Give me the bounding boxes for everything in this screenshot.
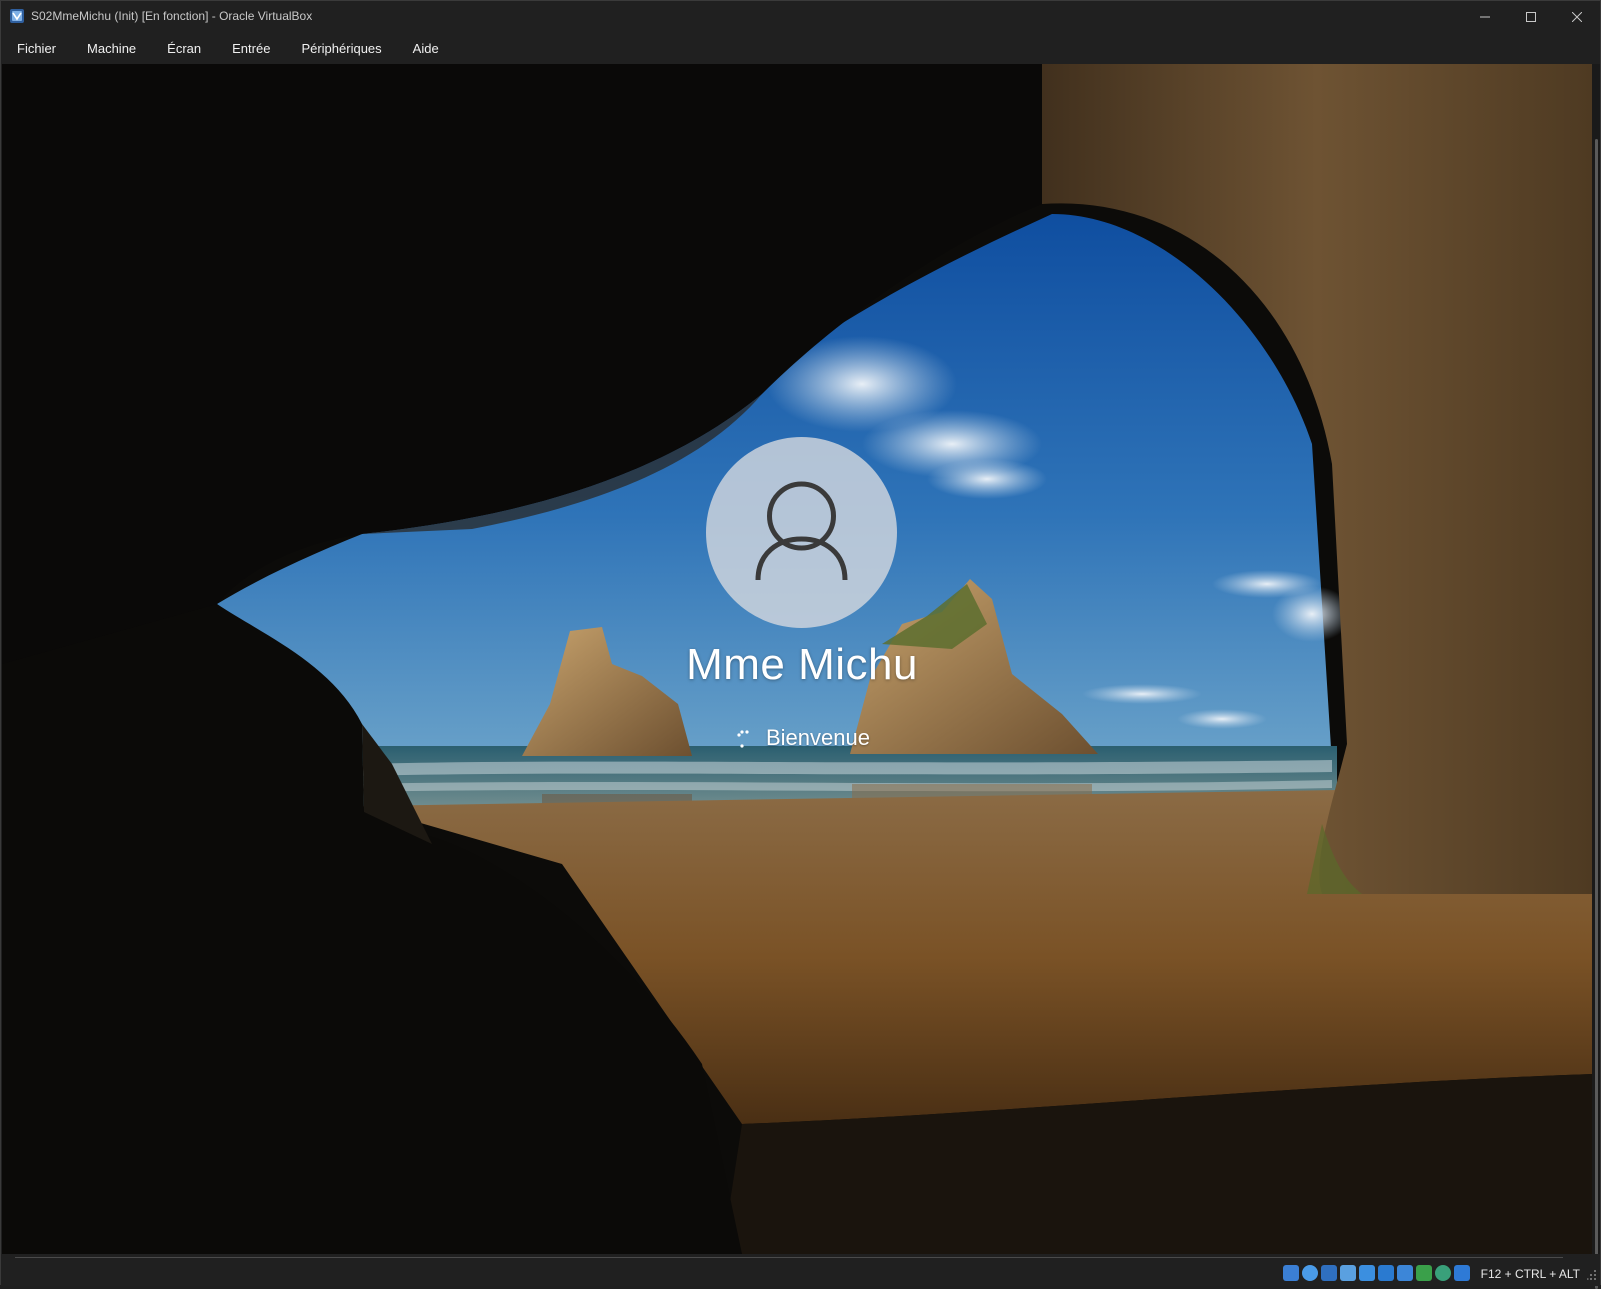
shared-folders-icon[interactable] bbox=[1359, 1265, 1375, 1281]
scrollbar-thumb[interactable] bbox=[1595, 139, 1598, 1289]
menu-machine[interactable]: Machine bbox=[87, 41, 136, 56]
mouse-integration-icon[interactable] bbox=[1435, 1265, 1451, 1281]
menu-ecran[interactable]: Écran bbox=[167, 41, 201, 56]
maximize-icon bbox=[1526, 12, 1536, 22]
display-icon[interactable] bbox=[1378, 1265, 1394, 1281]
status-divider bbox=[15, 1257, 1563, 1258]
menu-fichier[interactable]: Fichier bbox=[17, 41, 56, 56]
user-avatar bbox=[706, 437, 897, 628]
menu-bar: Fichier Machine Écran Entrée Périphériqu… bbox=[1, 33, 1600, 63]
network-icon[interactable] bbox=[1321, 1265, 1337, 1281]
host-key-label: F12 + CTRL + ALT bbox=[1480, 1267, 1580, 1281]
virtualbox-window: S02MmeMichu (Init) [En fonction] - Oracl… bbox=[0, 0, 1601, 1289]
video-capture-icon[interactable] bbox=[1397, 1265, 1413, 1281]
status-indicators bbox=[1283, 1265, 1470, 1281]
user-icon bbox=[755, 481, 848, 581]
close-icon bbox=[1572, 12, 1582, 22]
optical-drive-icon[interactable] bbox=[1302, 1265, 1318, 1281]
right-scroll-gutter bbox=[1592, 64, 1600, 1289]
usb-icon[interactable] bbox=[1340, 1265, 1356, 1281]
cpu-icon[interactable] bbox=[1416, 1265, 1432, 1281]
status-bar: F12 + CTRL + ALT bbox=[1, 1254, 1600, 1286]
maximize-button[interactable] bbox=[1508, 1, 1554, 33]
welcome-text: Bienvenue bbox=[766, 725, 870, 750]
login-user-name: Mme Michu bbox=[686, 640, 918, 689]
welcome-status: Bienvenue bbox=[732, 721, 870, 755]
vm-display[interactable]: Mme Michu Bienvenue bbox=[2, 64, 1593, 1254]
minimize-icon bbox=[1480, 16, 1490, 18]
menu-entree[interactable]: Entrée bbox=[232, 41, 270, 56]
minimize-button[interactable] bbox=[1462, 1, 1508, 33]
window-title: S02MmeMichu (Init) [En fonction] - Oracl… bbox=[31, 9, 313, 23]
close-button[interactable] bbox=[1554, 1, 1600, 33]
keyboard-icon[interactable] bbox=[1454, 1265, 1470, 1281]
menu-aide[interactable]: Aide bbox=[413, 41, 439, 56]
virtualbox-icon bbox=[9, 8, 25, 24]
resize-grip-icon[interactable] bbox=[1587, 1268, 1597, 1280]
title-bar: S02MmeMichu (Init) [En fonction] - Oracl… bbox=[1, 1, 1600, 33]
hard-disk-icon[interactable] bbox=[1283, 1265, 1299, 1281]
menu-peripheriques[interactable]: Périphériques bbox=[301, 41, 381, 56]
loading-spinner-icon bbox=[732, 722, 764, 754]
